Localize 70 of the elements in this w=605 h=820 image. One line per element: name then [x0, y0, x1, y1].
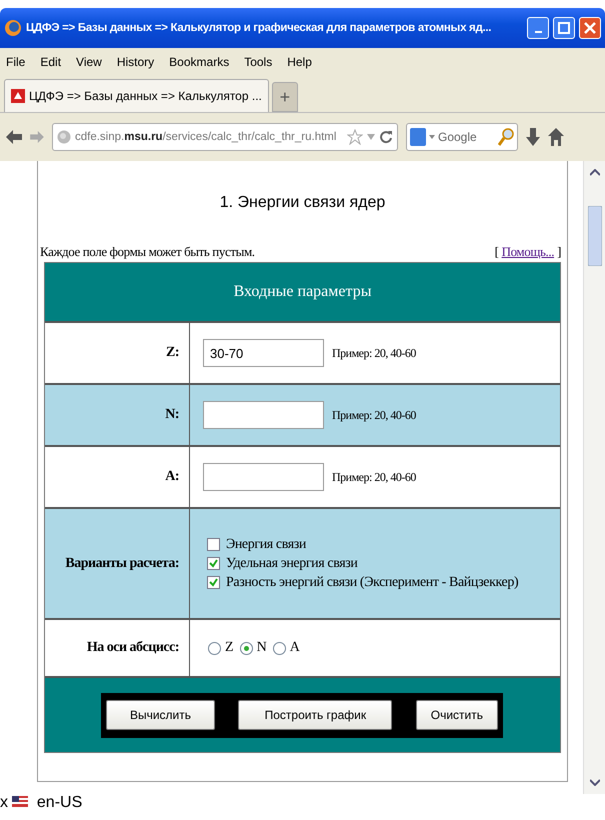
minimize-button[interactable] — [527, 17, 549, 39]
checkbox-label: Удельная энергия связи — [226, 556, 358, 572]
scroll-up-icon[interactable] — [590, 169, 600, 176]
form-button[interactable]: Построить график — [238, 700, 392, 730]
flag-icon — [12, 796, 28, 807]
checkbox-label: Разность энергий связи (Эксперимент - Вайцзеккер) — [226, 574, 518, 590]
field-hint: Пример: 20, 40-60 — [332, 470, 416, 484]
input-field[interactable] — [203, 463, 324, 491]
input-field[interactable]: 30-70 — [203, 339, 324, 367]
browser-tab[interactable]: ЦДФЭ => Базы данных => Калькулятор ... — [4, 79, 269, 112]
reload-icon[interactable] — [379, 130, 393, 144]
field-label: На оси абсцисс: — [86, 640, 179, 656]
bracket-text: [ — [494, 244, 499, 260]
back-icon[interactable] — [6, 130, 22, 144]
address-field[interactable]: cdfe.sinp.msu.ru/services/calc_thr/calc_thr_ru.html — [52, 123, 398, 151]
help-link[interactable]: Помощь... — [502, 244, 554, 260]
bracket-text: ] — [557, 244, 561, 260]
site-favicon-icon — [11, 89, 25, 103]
field-label: Z: — [166, 345, 179, 361]
form-button[interactable]: Вычислить — [106, 700, 215, 730]
menu-item[interactable]: Tools — [244, 54, 272, 68]
field-hint: Пример: 20, 40-60 — [332, 346, 416, 360]
radio-button[interactable] — [208, 642, 221, 654]
input-field[interactable] — [203, 401, 324, 429]
globe-icon — [57, 130, 71, 144]
field-hint: Пример: 20, 40-60 — [332, 408, 416, 422]
menu-item[interactable]: Edit — [40, 54, 62, 68]
checkbox[interactable] — [207, 557, 220, 570]
radio-label: Z — [225, 640, 234, 656]
window-title: ЦДФЭ => Базы данных => Калькулятор и графическая для параметров атомных яд... — [26, 22, 492, 34]
browser-logo-icon — [4, 19, 22, 37]
address-text: cdfe.sinp.msu.ru/services/calc_thr/calc_thr_ru.html — [75, 131, 338, 143]
field-label: Варианты расчета: — [65, 556, 179, 572]
scrollbar[interactable] — [583, 161, 605, 794]
star-icon[interactable] — [347, 129, 363, 145]
close-icon — [584, 22, 596, 34]
checkbox-label: Энергия связи — [226, 536, 306, 552]
maximize-icon — [558, 22, 570, 34]
locale-text: en-US — [36, 794, 82, 811]
form-button[interactable]: Очистить — [416, 700, 498, 730]
home-icon[interactable] — [548, 128, 564, 146]
close-button[interactable] — [579, 17, 601, 39]
scroll-down-icon[interactable] — [590, 779, 600, 786]
menu-item[interactable]: File — [6, 54, 26, 68]
radio-label: N — [256, 640, 267, 656]
radio-button[interactable] — [240, 642, 253, 654]
menu-item[interactable]: History — [116, 54, 154, 68]
menu-item[interactable]: View — [76, 54, 102, 68]
search-engine-icon — [410, 128, 426, 146]
radio-label: A — [290, 640, 300, 656]
dropdown-icon[interactable] — [429, 135, 435, 139]
search-field[interactable]: Google — [406, 123, 518, 151]
download-icon[interactable] — [526, 128, 540, 146]
table-title: Входные параметры — [234, 283, 372, 301]
menu-item[interactable]: Help — [287, 54, 312, 68]
checkbox[interactable] — [207, 576, 220, 589]
menu-item[interactable]: Bookmarks — [169, 54, 230, 68]
search-icon[interactable] — [498, 128, 514, 146]
field-label: N: — [165, 407, 179, 423]
dropdown-icon[interactable] — [367, 134, 375, 140]
close-addon-bar-button[interactable]: x — [0, 794, 8, 811]
maximize-button[interactable] — [553, 17, 575, 39]
checkbox[interactable] — [207, 538, 220, 551]
note-text: Каждое поле формы может быть пустым. — [40, 244, 255, 260]
field-label: A: — [165, 469, 179, 485]
page-heading: 1. Энергии связи ядер — [218, 194, 386, 213]
minimize-icon — [534, 31, 542, 33]
scroll-thumb-icon[interactable] — [588, 206, 602, 266]
new-tab-button[interactable]: + — [272, 82, 298, 112]
radio-button[interactable] — [272, 642, 286, 654]
